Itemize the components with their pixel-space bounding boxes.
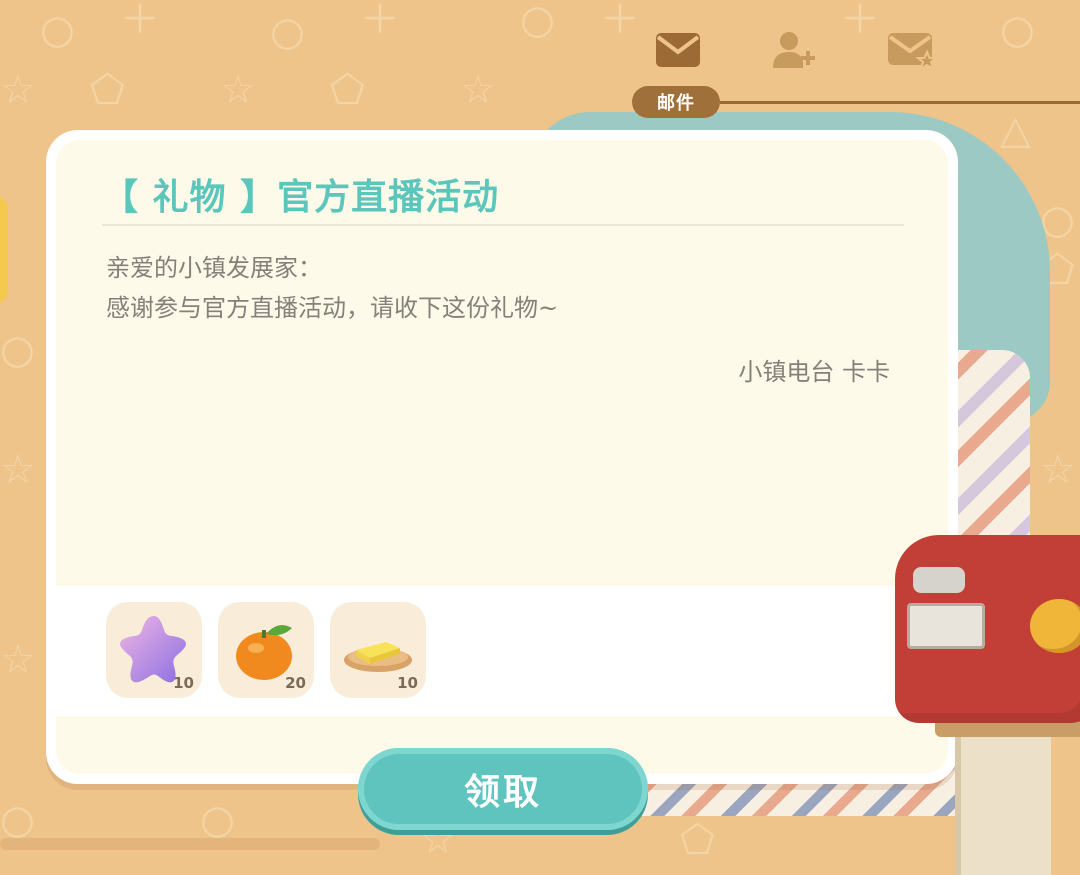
reward-count: 20: [285, 674, 306, 692]
claim-button[interactable]: 领取: [358, 748, 648, 830]
tab-mail[interactable]: [650, 28, 706, 72]
tab-mail-label[interactable]: 邮件: [632, 86, 720, 118]
mail-tabs: 邮件: [632, 28, 1080, 118]
mail-title: 【 礼物 】官方直播活动: [102, 177, 500, 218]
mailbox-handle: [913, 567, 965, 593]
starred-mail-icon: [888, 33, 937, 70]
mail-dialog-content: 【 礼物 】官方直播活动 亲爱的小镇发展家： 感谢参与官方直播活动，请收下这份礼…: [56, 140, 948, 774]
title-divider: [102, 224, 904, 226]
reward-item[interactable]: 20: [218, 602, 314, 698]
mail-greeting: 亲爱的小镇发展家：: [106, 254, 322, 282]
reward-list: 10 20 10: [56, 586, 948, 716]
tab-underline: [720, 101, 1080, 104]
tab-add-friend[interactable]: [766, 28, 822, 72]
mail-signature: 小镇电台 卡卡: [738, 358, 890, 386]
bottom-scroll-bar: [0, 838, 380, 850]
mailbox-knob: [1030, 599, 1080, 653]
tab-starred-mail[interactable]: [884, 28, 940, 72]
add-friend-icon: [773, 32, 815, 68]
mail-body: 感谢参与官方直播活动，请收下这份礼物~: [106, 294, 559, 322]
reward-item[interactable]: 10: [106, 602, 202, 698]
reward-count: 10: [173, 674, 194, 692]
mail-dialog: 【 礼物 】官方直播活动 亲爱的小镇发展家： 感谢参与官方直播活动，请收下这份礼…: [46, 130, 958, 784]
mail-icon: [656, 33, 700, 67]
reward-item[interactable]: 10: [330, 602, 426, 698]
reward-count: 10: [397, 674, 418, 692]
side-panel-handle[interactable]: [0, 195, 8, 305]
mailbox-slot: [907, 603, 985, 649]
mailbox-decoration: [895, 535, 1080, 875]
